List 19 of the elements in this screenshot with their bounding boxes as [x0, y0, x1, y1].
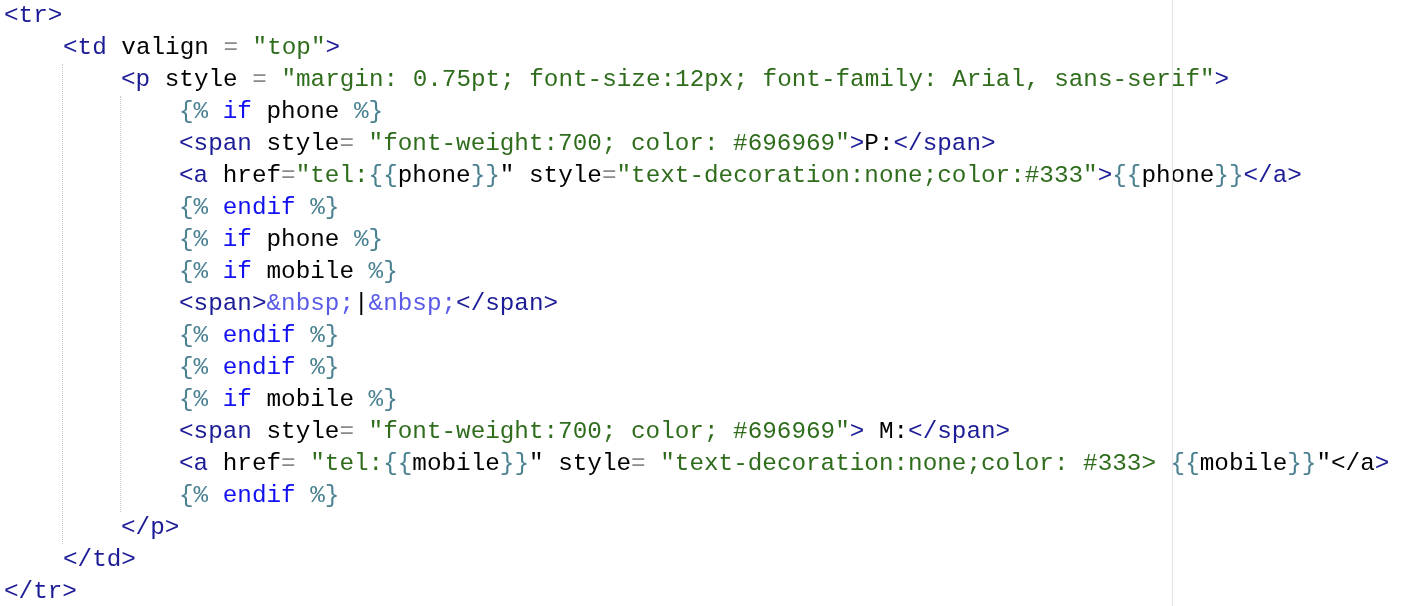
code-line: <span>&nbsp;|&nbsp;</span> — [179, 289, 559, 319]
code-line: {% if phone %} — [179, 225, 384, 255]
code-line: <span style= "font-weight:700; color; #696969"> M:</span> — [179, 417, 1011, 447]
code-line: {% endif %} — [179, 481, 340, 511]
code-line: {% endif %} — [179, 193, 340, 223]
code-line: {% endif %} — [179, 321, 340, 351]
code-line: {% if phone %} — [179, 97, 384, 127]
code-line: {% if mobile %} — [179, 385, 398, 415]
code-line: <p style = "margin: 0.75pt; font-size:12px; font-family: Arial, sans-serif"> — [121, 65, 1230, 95]
code-line: <tr> — [4, 1, 63, 31]
code-line: <span style= "font-weight:700; color: #696969">P:</span> — [179, 129, 996, 159]
code-line: {% endif %} — [179, 353, 340, 383]
code-line: {% if mobile %} — [179, 257, 398, 287]
code-line: </tr> — [4, 577, 77, 606]
code-line: <a href= "tel:{{mobile}}" style= "text-decoration:none;color: #333> {{mobile}}"</a> — [179, 449, 1390, 479]
code-line: </td> — [63, 545, 136, 575]
code-line: <td valign = "top"> — [63, 33, 341, 63]
code-line: </p> — [121, 513, 180, 543]
code-line: <a href="tel:{{phone}}" style="text-decoration:none;color:#333">{{phone}}</a> — [179, 161, 1302, 191]
